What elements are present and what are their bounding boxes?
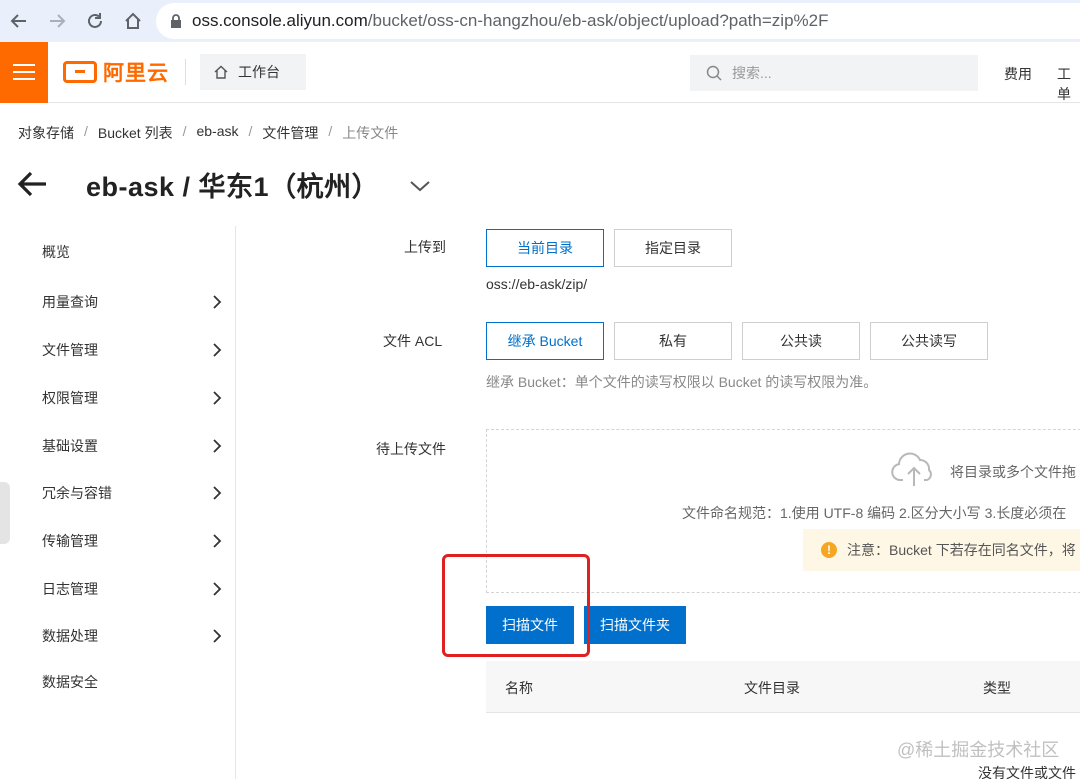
search-input[interactable]: 搜索... xyxy=(690,55,978,91)
aliyun-logo-icon xyxy=(63,61,97,83)
workbench-button[interactable]: 工作台 xyxy=(200,54,306,90)
column-header-type: 类型 xyxy=(983,680,1011,696)
warning-icon: ! xyxy=(821,542,837,558)
chevron-right-icon xyxy=(213,486,222,500)
cloud-upload-icon xyxy=(891,452,932,486)
chevron-down-icon[interactable] xyxy=(409,179,431,193)
sidebar-item-redundancy[interactable]: 冗余与容错 xyxy=(42,481,222,505)
sidebar-item-label: 文件管理 xyxy=(42,342,98,358)
breadcrumb-item-bucket[interactable]: eb-ask xyxy=(196,123,238,143)
sidebar-item-data-processing[interactable]: 数据处理 xyxy=(42,624,222,648)
sidebar-item-label: 权限管理 xyxy=(42,390,98,406)
sidebar-item-label: 基础设置 xyxy=(42,438,98,454)
sidebar-item-label: 用量查询 xyxy=(42,294,98,310)
column-header-name: 名称 xyxy=(505,680,533,696)
browser-toolbar: oss.console.aliyun.com/bucket/oss-cn-han… xyxy=(0,0,1080,42)
tickets-link[interactable]: 工单 xyxy=(1057,64,1080,104)
watermark: @稀土掘金技术社区 xyxy=(897,740,1060,760)
breadcrumb-item-bucket-list[interactable]: Bucket 列表 xyxy=(98,123,173,143)
home-button[interactable] xyxy=(114,0,152,42)
aliyun-logo[interactable]: 阿里云 xyxy=(63,57,169,87)
home-icon xyxy=(125,12,141,29)
acl-private-option[interactable]: 私有 xyxy=(614,322,732,360)
acl-label: 文件 ACL xyxy=(383,333,443,349)
menu-button[interactable] xyxy=(0,41,48,103)
sidebar-item-file-management[interactable]: 文件管理 xyxy=(42,338,222,362)
arrow-left-icon xyxy=(10,14,26,28)
sidebar-item-data-security[interactable]: 数据安全 xyxy=(42,670,222,694)
sidebar-collapse-handle[interactable] xyxy=(0,482,10,544)
sidebar-item-logs[interactable]: 日志管理 xyxy=(42,577,222,601)
sidebar-item-transfer[interactable]: 传输管理 xyxy=(42,529,222,553)
current-directory-option[interactable]: 当前目录 xyxy=(486,229,604,267)
acl-inherit-option[interactable]: 继承 Bucket xyxy=(486,322,604,360)
acl-public-read-option[interactable]: 公共读 xyxy=(742,322,860,360)
sidebar-item-basic-settings[interactable]: 基础设置 xyxy=(42,434,222,458)
sidebar-item-label: 冗余与容错 xyxy=(42,485,112,501)
chevron-right-icon xyxy=(213,534,222,548)
header-divider xyxy=(185,59,186,85)
search-placeholder: 搜索... xyxy=(732,65,772,81)
chevron-right-icon xyxy=(213,439,222,453)
sidebar-item-label: 数据安全 xyxy=(42,674,98,690)
current-path: oss://eb-ask/zip/ xyxy=(486,276,588,292)
breadcrumb-item-oss[interactable]: 对象存储 xyxy=(18,123,74,143)
reload-button[interactable] xyxy=(76,0,114,42)
scan-folder-button[interactable]: 扫描文件夹 xyxy=(584,606,686,644)
lock-icon xyxy=(171,14,181,28)
url-host: oss.console.aliyun.com xyxy=(192,11,368,30)
breadcrumb-item-file-management[interactable]: 文件管理 xyxy=(262,123,318,143)
pending-files-label: 待上传文件 xyxy=(376,441,446,457)
address-bar[interactable]: oss.console.aliyun.com/bucket/oss-cn-han… xyxy=(156,3,1080,39)
acl-hint: 继承 Bucket：单个文件的读写权限以 Bucket 的读写权限为准。 xyxy=(486,374,878,390)
breadcrumb-separator: / xyxy=(182,123,187,139)
home-icon xyxy=(214,65,228,79)
page-title-row: eb-ask / 华东1（杭州） xyxy=(16,164,431,204)
url-path: /bucket/oss-cn-hangzhou/eb-ask/object/up… xyxy=(367,11,829,30)
table-empty-text: 没有文件或文件 xyxy=(978,765,1076,779)
forward-button[interactable] xyxy=(38,0,76,42)
same-name-notice: ! 注意：Bucket 下若存在同名文件，将 xyxy=(803,529,1080,571)
breadcrumb-separator: / xyxy=(84,123,88,139)
reload-icon xyxy=(88,13,102,28)
sidebar-item-label: 概览 xyxy=(42,244,70,260)
sidebar: 概览 用量查询 文件管理 权限管理 基础设置 冗余与容错 传输管理 日志管理 数… xyxy=(0,226,236,779)
upload-to-label: 上传到 xyxy=(404,239,446,255)
file-table-header: 名称 文件目录 类型 xyxy=(486,661,1080,713)
sidebar-item-label: 传输管理 xyxy=(42,533,98,549)
sidebar-item-overview[interactable]: 概览 xyxy=(42,240,222,264)
sidebar-item-label: 日志管理 xyxy=(42,581,98,597)
page-title: eb-ask / 华东1（杭州） xyxy=(86,171,380,202)
search-icon xyxy=(706,65,722,81)
notice-text: 注意：Bucket 下若存在同名文件，将 xyxy=(847,542,1076,558)
console-header: 阿里云 工作台 搜索... 费用 工单 xyxy=(0,41,1080,104)
logo-text: 阿里云 xyxy=(103,62,169,85)
column-header-directory: 文件目录 xyxy=(744,680,800,696)
acl-public-read-write-option[interactable]: 公共读写 xyxy=(870,322,988,360)
breadcrumb: 对象存储 / Bucket 列表 / eb-ask / 文件管理 / 上传文件 xyxy=(18,123,398,143)
breadcrumb-current: 上传文件 xyxy=(342,125,399,141)
sidebar-item-label: 数据处理 xyxy=(42,628,98,644)
chevron-right-icon xyxy=(213,391,222,405)
sidebar-item-permissions[interactable]: 权限管理 xyxy=(42,386,222,410)
breadcrumb-separator: / xyxy=(328,123,333,139)
chevron-right-icon xyxy=(213,343,222,357)
back-button[interactable] xyxy=(0,0,38,42)
naming-rule-text: 文件命名规范：1.使用 UTF-8 编码 2.区分大小写 3.长度必须在 xyxy=(682,505,1067,521)
chevron-right-icon xyxy=(213,582,222,596)
back-arrow-button[interactable] xyxy=(16,164,50,204)
chevron-right-icon xyxy=(213,295,222,309)
breadcrumb-separator: / xyxy=(248,123,253,139)
arrow-right-icon xyxy=(50,14,66,28)
arrow-left-icon xyxy=(17,171,46,197)
specified-directory-option[interactable]: 指定目录 xyxy=(614,229,732,267)
sidebar-item-usage[interactable]: 用量查询 xyxy=(42,290,222,314)
url-text: oss.console.aliyun.com/bucket/oss-cn-han… xyxy=(192,11,828,31)
annotation-highlight-box xyxy=(442,554,590,657)
chevron-right-icon xyxy=(213,629,222,643)
fees-link[interactable]: 费用 xyxy=(1004,64,1032,84)
dropzone-text: 将目录或多个文件拖 xyxy=(950,464,1076,480)
workbench-label: 工作台 xyxy=(238,64,280,80)
